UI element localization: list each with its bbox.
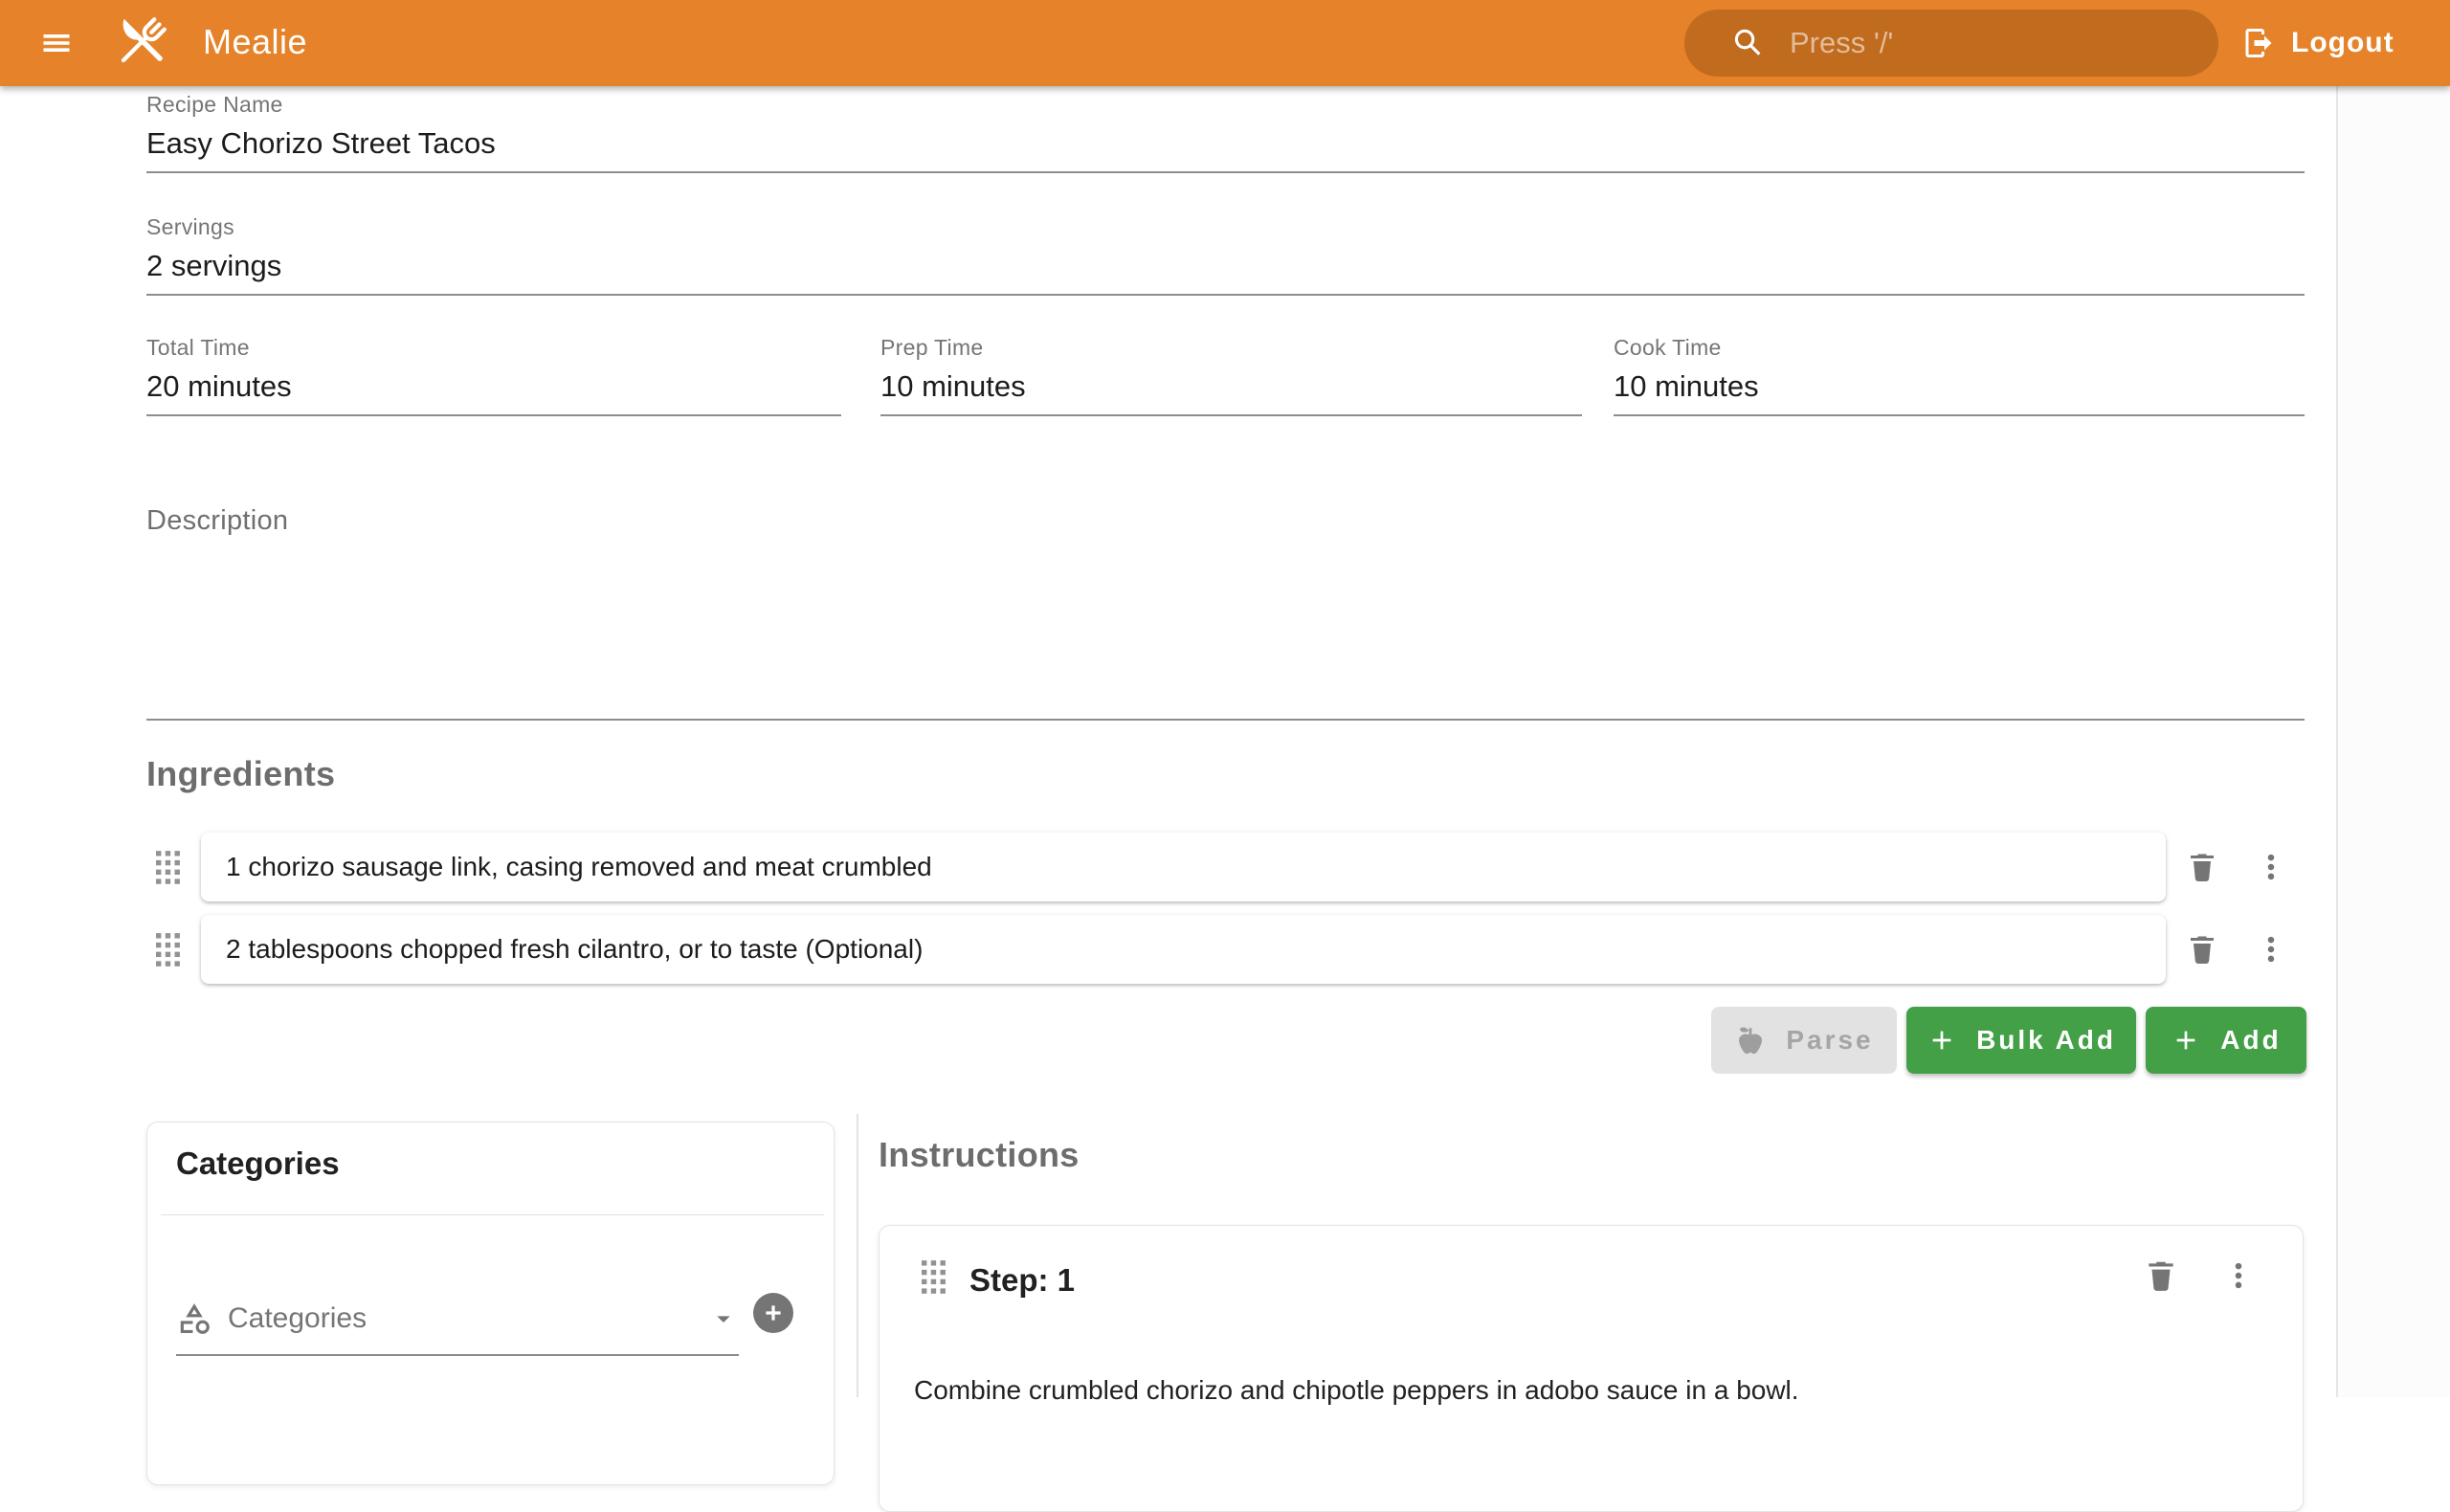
hamburger-icon (36, 26, 77, 60)
servings-field: Servings (146, 214, 2305, 296)
ingredient-row (201, 915, 2166, 984)
categories-divider (161, 1214, 824, 1215)
categories-select-label: Categories (228, 1302, 708, 1335)
trash-icon (2143, 1257, 2179, 1294)
prep-time-label: Prep Time (880, 335, 1582, 361)
chevron-down-icon (708, 1303, 739, 1334)
bulk-add-button[interactable]: Bulk Add (1906, 1007, 2136, 1074)
description-field: Description (146, 505, 2305, 721)
step-title: Step: 1 (969, 1262, 1075, 1299)
trash-icon (2185, 932, 2219, 967)
prep-time-field: Prep Time (880, 335, 1582, 416)
content-right-border (2336, 86, 2338, 1397)
step-menu-button[interactable] (2217, 1255, 2260, 1297)
instruction-step-card: Step: 1 Combine crumbled chorizo and chi… (879, 1225, 2304, 1512)
recipe-name-label: Recipe Name (146, 92, 2305, 118)
column-divider (857, 1114, 858, 1397)
trash-icon (2185, 850, 2219, 884)
add-category-button[interactable] (753, 1293, 793, 1333)
logout-icon (2241, 26, 2276, 60)
step-text[interactable]: Combine crumbled chorizo and chipotle pe… (914, 1371, 2254, 1409)
app-title: Mealie (203, 22, 307, 62)
kebab-menu-icon (2222, 1259, 2255, 1292)
delete-ingredient-button[interactable] (2181, 846, 2223, 888)
servings-label: Servings (146, 214, 2305, 240)
ingredient-menu-button[interactable] (2250, 846, 2292, 888)
instructions-heading: Instructions (879, 1135, 1080, 1175)
ingredient-input[interactable] (201, 915, 2166, 984)
add-label: Add (2220, 1025, 2281, 1056)
recipe-name-field: Recipe Name (146, 92, 2305, 173)
ingredients-heading: Ingredients (146, 754, 335, 794)
delete-step-button[interactable] (2140, 1255, 2182, 1297)
apple-icon (1734, 1024, 1767, 1056)
categories-select[interactable]: Categories (176, 1283, 739, 1356)
app-header: Mealie Logout (0, 0, 2450, 86)
bulk-add-label: Bulk Add (1976, 1025, 2116, 1056)
cook-time-input[interactable] (1614, 361, 2305, 416)
drag-handle-icon[interactable] (922, 1260, 947, 1295)
prep-time-input[interactable] (880, 361, 1582, 416)
kebab-menu-icon (2255, 933, 2287, 966)
ingredient-input[interactable] (201, 833, 2166, 901)
categories-card: Categories Categories (146, 1122, 835, 1485)
ingredient-row (201, 833, 2166, 901)
parse-button[interactable]: Parse (1711, 1007, 1897, 1074)
parse-label: Parse (1786, 1025, 1873, 1056)
recipe-name-input[interactable] (146, 118, 2305, 173)
search-input[interactable] (1788, 25, 2190, 61)
cook-time-field: Cook Time (1614, 335, 2305, 416)
page-gutter (2338, 86, 2450, 1397)
total-time-field: Total Time (146, 335, 841, 416)
plus-icon (1927, 1025, 1957, 1056)
description-textarea[interactable] (146, 537, 2305, 721)
shapes-icon (176, 1301, 212, 1337)
drag-handle-icon[interactable] (156, 851, 181, 885)
plus-icon (2171, 1025, 2201, 1056)
ingredient-menu-button[interactable] (2250, 928, 2292, 970)
delete-ingredient-button[interactable] (2181, 928, 2223, 970)
description-label: Description (146, 505, 2305, 537)
menu-button[interactable] (33, 22, 78, 64)
search-icon (1730, 25, 1767, 61)
drag-handle-icon[interactable] (156, 933, 181, 967)
search-bar[interactable] (1684, 10, 2218, 77)
plus-icon (761, 1301, 786, 1325)
servings-input[interactable] (146, 240, 2305, 296)
total-time-label: Total Time (146, 335, 841, 361)
kebab-menu-icon (2255, 851, 2287, 883)
fork-knife-logo-icon (107, 11, 174, 76)
logout-button[interactable]: Logout (2236, 17, 2400, 69)
total-time-input[interactable] (146, 361, 841, 416)
logout-label: Logout (2291, 27, 2394, 59)
cook-time-label: Cook Time (1614, 335, 2305, 361)
categories-heading: Categories (176, 1145, 340, 1182)
add-ingredient-button[interactable]: Add (2146, 1007, 2306, 1074)
